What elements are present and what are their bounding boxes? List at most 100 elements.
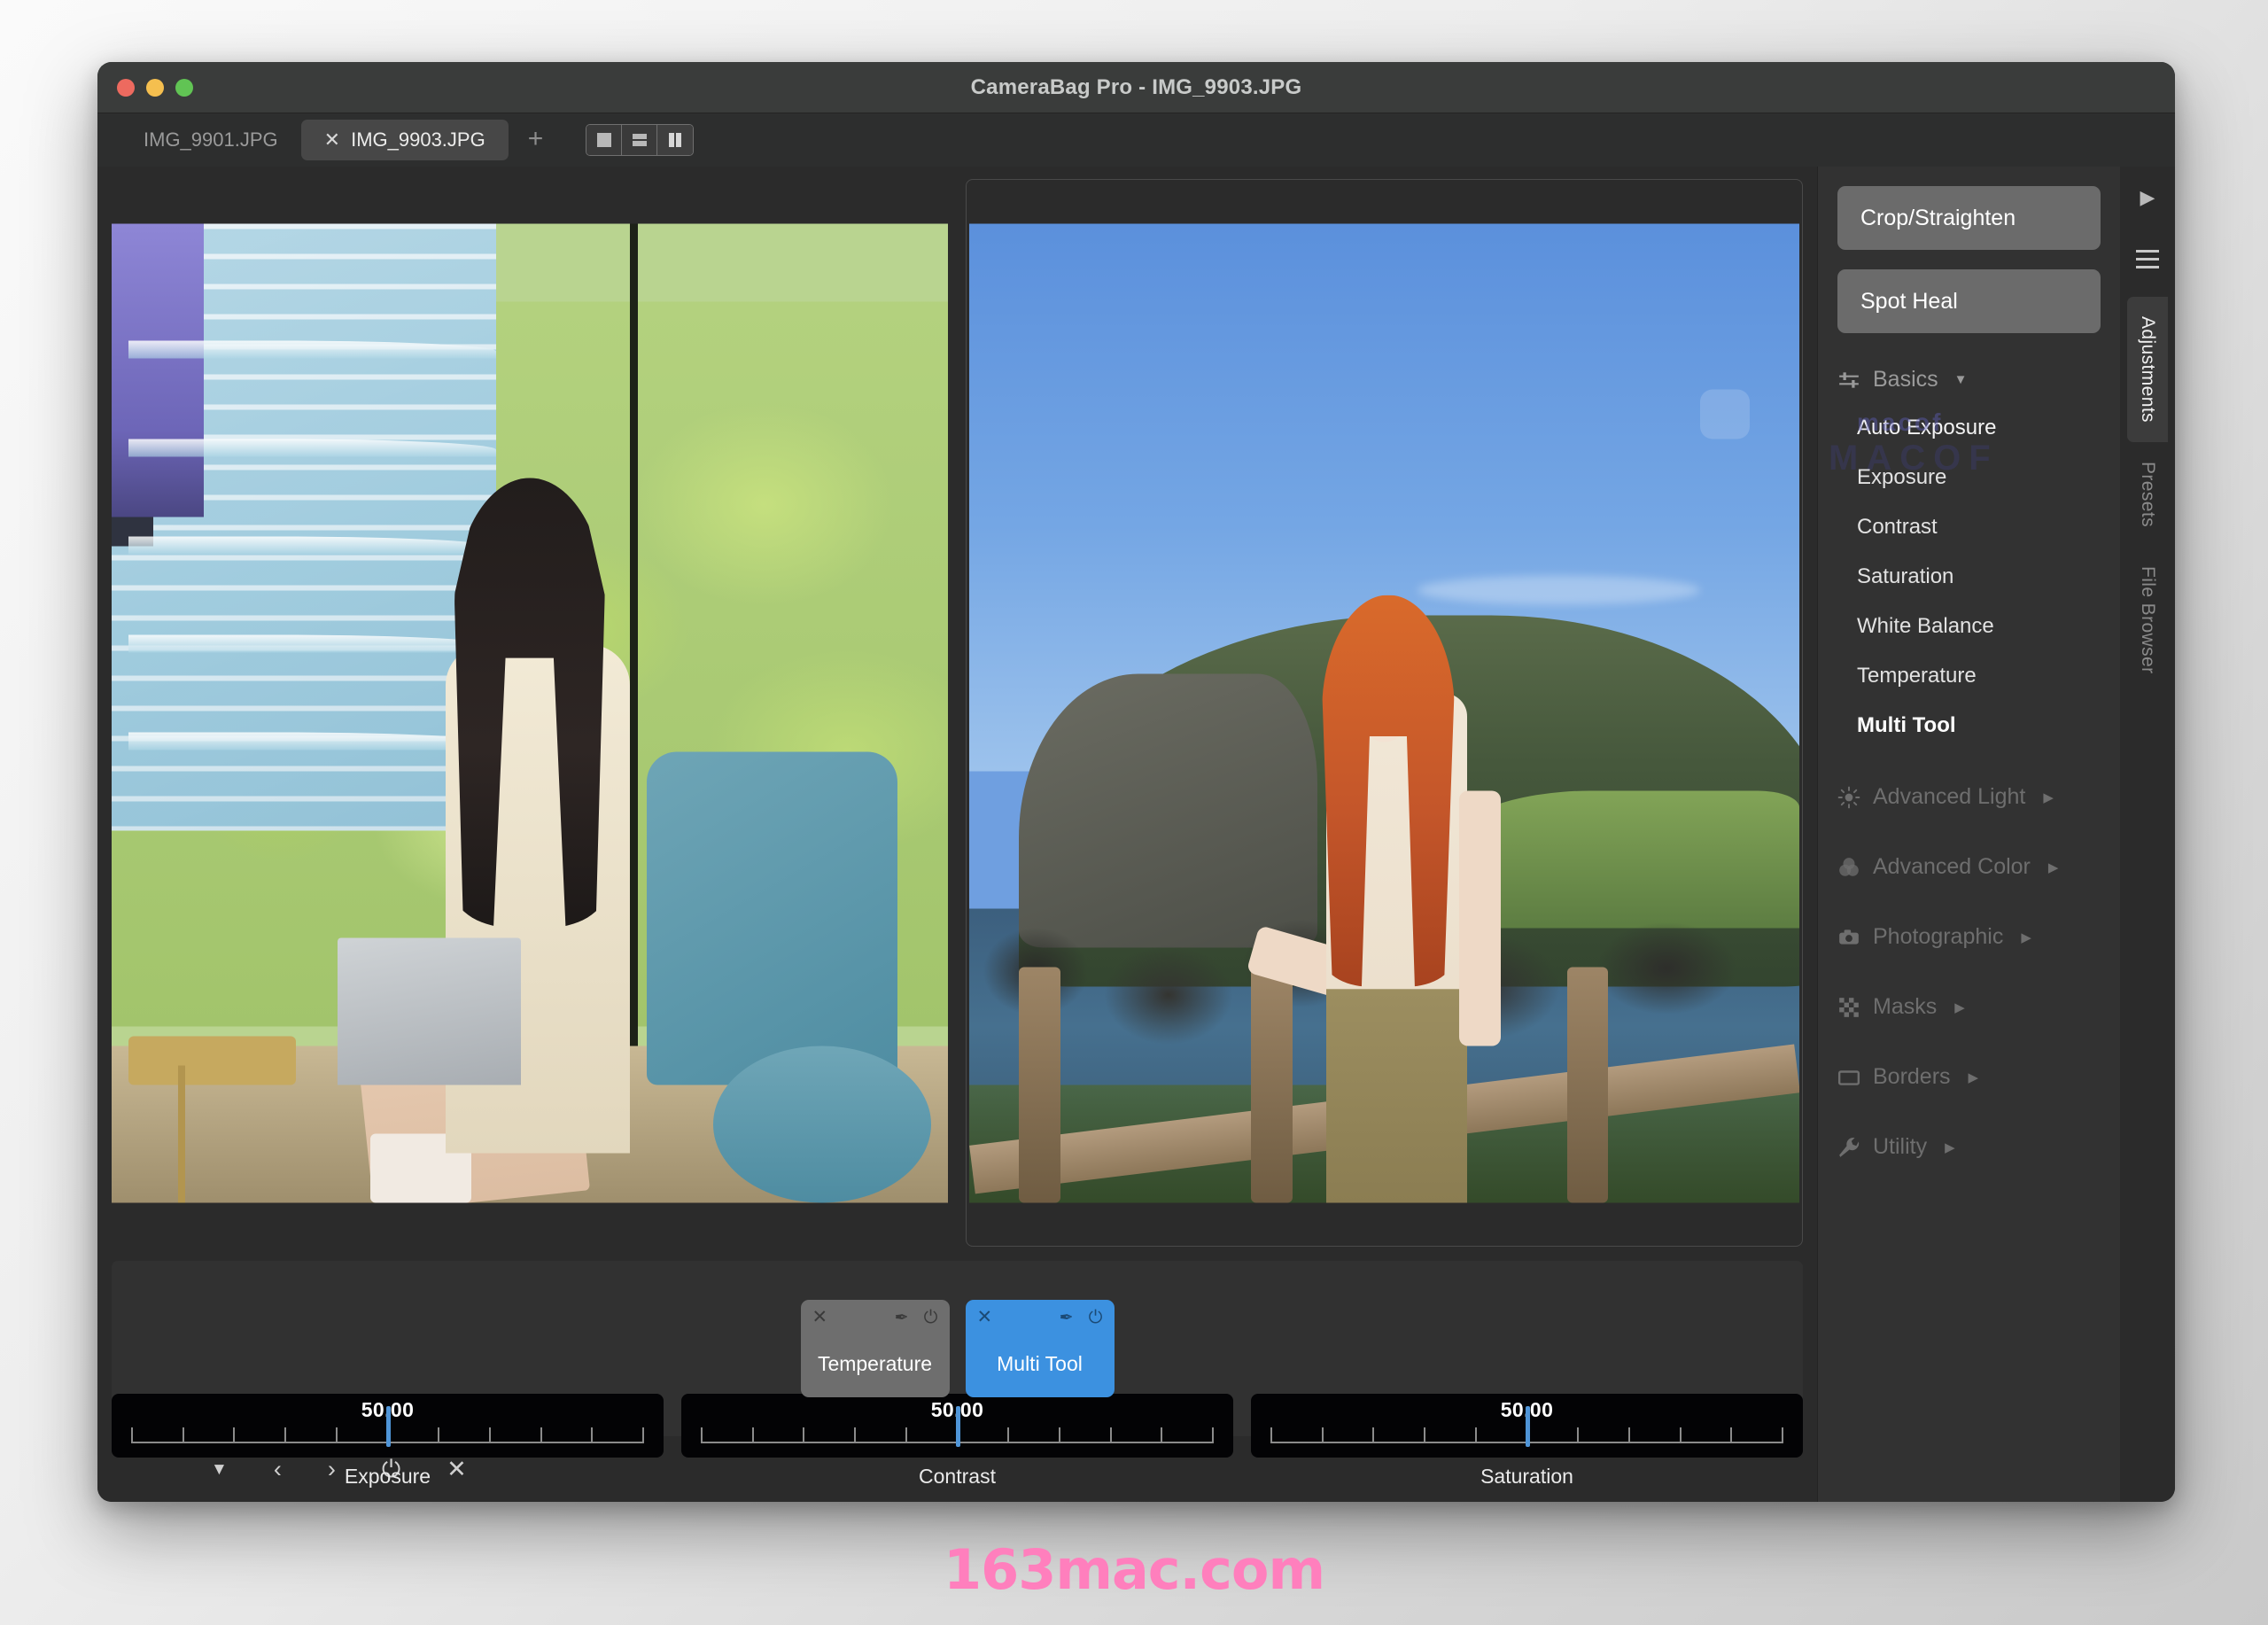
adjustment-label: Exposure [1857,465,1947,489]
group-label: Masks [1873,994,1938,1019]
slider-ruler[interactable]: 50.00 [1251,1394,1803,1458]
tab-label: IMG_9903.JPG [351,128,485,151]
crop-straighten-button[interactable]: Crop/Straighten [1837,186,2101,250]
rail-tab-presets[interactable]: Presets [2127,442,2168,547]
title-bar: CameraBag Pro - IMG_9903.JPG [97,62,2175,113]
chevron-right-icon[interactable]: ▶ [1945,1139,1955,1155]
rail-tab-file-browser[interactable]: File Browser [2127,547,2168,694]
slider-ruler[interactable]: 50.00 [681,1394,1233,1458]
slider-thumb[interactable] [1525,1406,1530,1447]
tab-close-icon[interactable]: ✕ [324,130,340,150]
tab-img-9903[interactable]: ✕ IMG_9903.JPG [300,120,509,160]
chevron-right-icon[interactable]: ▶ [2048,859,2059,875]
group-header-masks[interactable]: Masks ▶ [1818,980,2120,1030]
tab-img-9901[interactable]: IMG_9901.JPG [120,120,301,160]
chevron-right-icon[interactable]: ▶ [1969,1069,1979,1085]
layout-switcher [586,124,695,156]
adjustment-temperature[interactable]: Temperature [1818,651,2120,701]
play-icon[interactable]: ▶ [2140,186,2155,209]
chevron-right-icon[interactable]: ▶ [1954,999,1965,1015]
power-icon[interactable]: ⏻ [924,1309,938,1326]
slider-exposure[interactable]: 50.00 Exposure [112,1394,664,1502]
layout-single-pane-button[interactable] [586,125,623,155]
close-icon[interactable]: ✕ [812,1308,828,1326]
balcony [128,439,496,457]
rail-tab-adjustments[interactable]: Adjustments [2127,297,2168,442]
hamburger-menu-icon[interactable] [2136,250,2159,274]
fence-post [1018,967,1060,1202]
laptop [337,937,522,1085]
photo-right[interactable] [968,223,1799,1202]
photo-right-artwork [968,223,1799,1202]
chip-label: Multi Tool [997,1352,1083,1375]
sliders-icon [1839,371,1859,388]
close-icon[interactable]: ✕ [977,1308,993,1326]
group-label: Basics [1873,367,1938,392]
wrench-icon [1839,1137,1860,1157]
adjustment-multi-tool[interactable]: Multi Tool [1818,701,2120,750]
adjustment-sliders: 50.00 Exposure 50.00 [112,1394,1803,1502]
group-label: Photographic [1873,924,2004,949]
group-header-photographic[interactable]: Photographic ▶ [1818,910,2120,960]
fence-post [1251,967,1293,1202]
chevron-down-icon[interactable]: ▼ [1954,372,1968,387]
layout-vertical-split-button[interactable] [657,125,694,155]
adjustment-exposure[interactable]: Exposure [1818,453,2120,502]
image-pane-left[interactable] [112,179,948,1247]
slider-thumb[interactable] [385,1406,391,1447]
layout-horizontal-split-button[interactable] [622,125,658,155]
table-leg [178,1065,186,1202]
side-table [128,1036,296,1085]
image-pane-right[interactable] [965,179,1803,1247]
adjustment-label: Saturation [1857,564,1954,588]
chevron-right-icon[interactable]: ▶ [2021,929,2031,945]
adjustment-saturation[interactable]: Saturation [1818,552,2120,602]
dock-chip-multi-tool[interactable]: ✕ ✒ ⏻ Multi Tool [965,1300,1115,1397]
adjustment-contrast[interactable]: Contrast [1818,502,2120,552]
dock-chip-temperature[interactable]: ✕ ✒ ⏻ Temperature [800,1300,950,1397]
armchair [646,751,897,1085]
application-window: CameraBag Pro - IMG_9903.JPG IMG_9901.JP… [97,62,2175,1502]
slider-thumb[interactable] [955,1406,960,1447]
slider-ruler[interactable]: 50.00 [112,1394,664,1458]
building-purple [112,223,204,517]
adjustment-label: Auto Exposure [1857,416,1997,439]
group-label: Borders [1873,1064,1951,1089]
adjustment-auto-exposure[interactable]: macof MACOF Auto Exposure [1818,403,2120,478]
editor-area: 50.00 Exposure 50.00 [97,167,1817,1502]
spot-heal-button[interactable]: Spot Heal [1837,269,2101,333]
group-header-advanced-color[interactable]: Advanced Color ▶ [1818,840,2120,890]
camera-icon [1839,929,1859,945]
tab-label: IMG_9901.JPG [144,128,278,151]
slider-contrast[interactable]: 50.00 Contrast [681,1394,1233,1502]
ottoman [713,1046,931,1202]
window-title: CameraBag Pro - IMG_9903.JPG [970,75,1302,99]
slider-label: Exposure [344,1465,431,1488]
sun-icon [1837,786,1860,808]
group-label: Utility [1873,1134,1928,1159]
group-header-borders[interactable]: Borders ▶ [1818,1050,2120,1100]
photo-left[interactable] [112,223,948,1202]
color-circles-icon [1839,857,1859,876]
rail-tab-label: File Browser [2138,565,2158,674]
adjustment-white-balance[interactable]: White Balance [1818,602,2120,651]
add-tab-button[interactable]: + [509,125,563,152]
pin-icon[interactable]: ✒ [1060,1310,1074,1326]
group-label: Advanced Color [1873,854,2031,879]
adjustment-label: White Balance [1857,614,1994,638]
photo-left-artwork [112,223,948,1202]
group-label: Advanced Light [1873,784,2026,809]
power-icon[interactable]: ⏻ [1089,1309,1103,1326]
balcony [128,634,496,653]
slider-saturation[interactable]: 50.00 Saturation [1251,1394,1803,1502]
group-header-utility[interactable]: Utility ▶ [1818,1120,2120,1170]
page-watermark: 163mac.com [943,1537,1325,1602]
chip-label: Temperature [817,1352,933,1375]
chevron-right-icon[interactable]: ▶ [2043,789,2054,805]
pin-icon[interactable]: ✒ [895,1310,909,1326]
photo-watermark-icon [1699,389,1750,439]
group-header-basics[interactable]: Basics ▼ [1818,353,2120,403]
rail-tab-label: Presets [2138,461,2158,527]
mountain-grass [1450,790,1799,929]
group-header-advanced-light[interactable]: Advanced Light ▶ [1818,770,2120,820]
